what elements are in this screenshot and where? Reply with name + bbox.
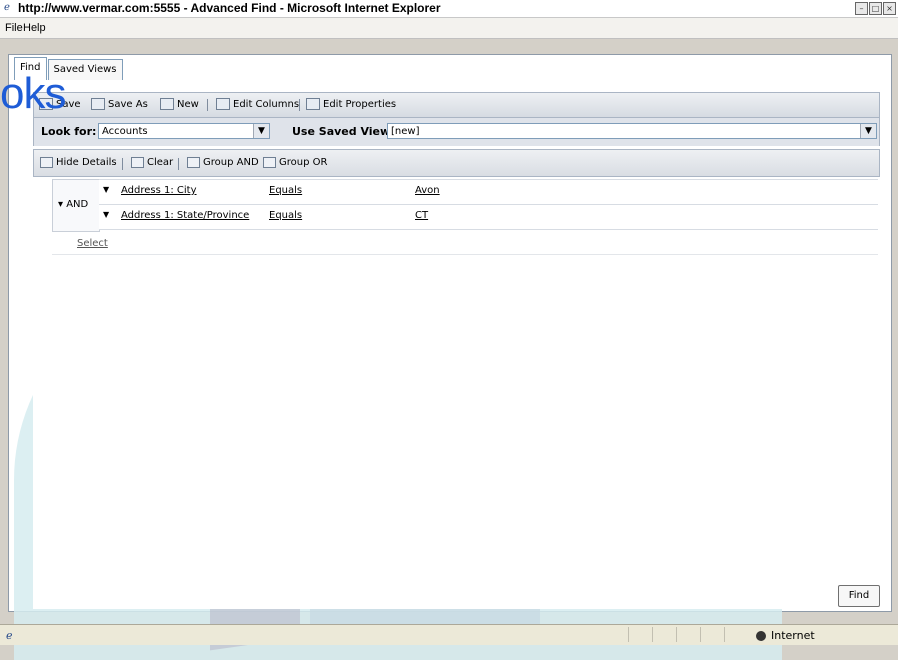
new-icon	[160, 98, 174, 110]
properties-icon	[306, 98, 320, 110]
main-toolbar: Save Save As New Edit Columns Edit Prope…	[33, 92, 880, 118]
select-row: Select	[52, 234, 878, 255]
clear-button[interactable]: Clear	[131, 157, 173, 168]
look-for-label: Look for:	[41, 125, 97, 138]
save-as-icon	[91, 98, 105, 110]
chevron-down-icon[interactable]: ▾	[58, 199, 63, 210]
group-or-button[interactable]: Group OR	[263, 157, 327, 168]
group-and-icon	[187, 157, 200, 168]
group-label: AND	[66, 199, 89, 210]
look-for-select[interactable]: Accounts ▼	[98, 123, 270, 139]
new-button[interactable]: New	[160, 98, 199, 110]
maximize-button[interactable]: □	[869, 2, 882, 15]
chevron-down-icon[interactable]: ▼	[860, 124, 876, 138]
eraser-icon	[131, 157, 144, 168]
criteria-grid: ▾ AND ▼ Address 1: City Equals Avon ▼ Ad…	[33, 177, 878, 609]
toolbar-separator	[178, 158, 179, 170]
menu-file[interactable]: File	[5, 22, 23, 34]
group-and-button[interactable]: Group AND	[187, 157, 259, 168]
chevron-down-icon[interactable]: ▼	[103, 185, 109, 194]
close-button[interactable]: ×	[883, 2, 896, 15]
group-and-block[interactable]: ▾ AND	[52, 179, 100, 232]
criteria-toolbar: Hide Details Clear Group AND Group OR	[33, 149, 880, 177]
toolbar-separator	[299, 99, 300, 111]
title-bar: ℯ http://www.vermar.com:5555 - Advanced …	[0, 0, 898, 18]
chevron-down-icon[interactable]: ▼	[253, 124, 269, 138]
edit-columns-button[interactable]: Edit Columns	[216, 98, 299, 110]
save-as-button[interactable]: Save As	[91, 98, 148, 110]
look-for-row: Look for: Accounts ▼ Use Saved View: [ne…	[33, 118, 880, 146]
hide-details-icon	[40, 157, 53, 168]
criteria-row[interactable]: ▼ Address 1: State/Province Equals CT	[99, 204, 878, 230]
group-or-icon	[263, 157, 276, 168]
window-title: http://www.vermar.com:5555 - Advanced Fi…	[18, 1, 441, 15]
minimize-button[interactable]: –	[855, 2, 868, 15]
edit-properties-button[interactable]: Edit Properties	[306, 98, 396, 110]
select-link[interactable]: Select	[77, 238, 108, 249]
criteria-operator[interactable]: Equals	[269, 185, 302, 196]
status-bar: ℯ Internet	[0, 624, 898, 645]
find-button[interactable]: Find	[838, 585, 880, 607]
criteria-row[interactable]: ▼ Address 1: City Equals Avon	[99, 179, 878, 205]
ie-icon: ℯ	[4, 2, 10, 13]
menu-bar: File Help	[0, 18, 898, 39]
criteria-value[interactable]: Avon	[415, 185, 440, 196]
menu-help[interactable]: Help	[23, 22, 46, 34]
criteria-field[interactable]: Address 1: State/Province	[121, 210, 249, 221]
criteria-value[interactable]: CT	[415, 210, 428, 221]
toolbar-separator	[122, 158, 123, 170]
columns-icon	[216, 98, 230, 110]
security-zone: Internet	[756, 629, 815, 642]
saved-view-select[interactable]: [new] ▼	[387, 123, 877, 139]
status-cells	[628, 627, 748, 642]
saved-view-label: Use Saved View:	[292, 125, 395, 138]
page-icon: ℯ	[6, 629, 13, 642]
hide-details-button[interactable]: Hide Details	[40, 157, 117, 168]
globe-icon	[756, 630, 766, 641]
criteria-operator[interactable]: Equals	[269, 210, 302, 221]
criteria-field[interactable]: Address 1: City	[121, 185, 197, 196]
watermark-logo: oks	[0, 69, 66, 118]
chevron-down-icon[interactable]: ▼	[103, 210, 109, 219]
toolbar-separator	[207, 99, 208, 111]
